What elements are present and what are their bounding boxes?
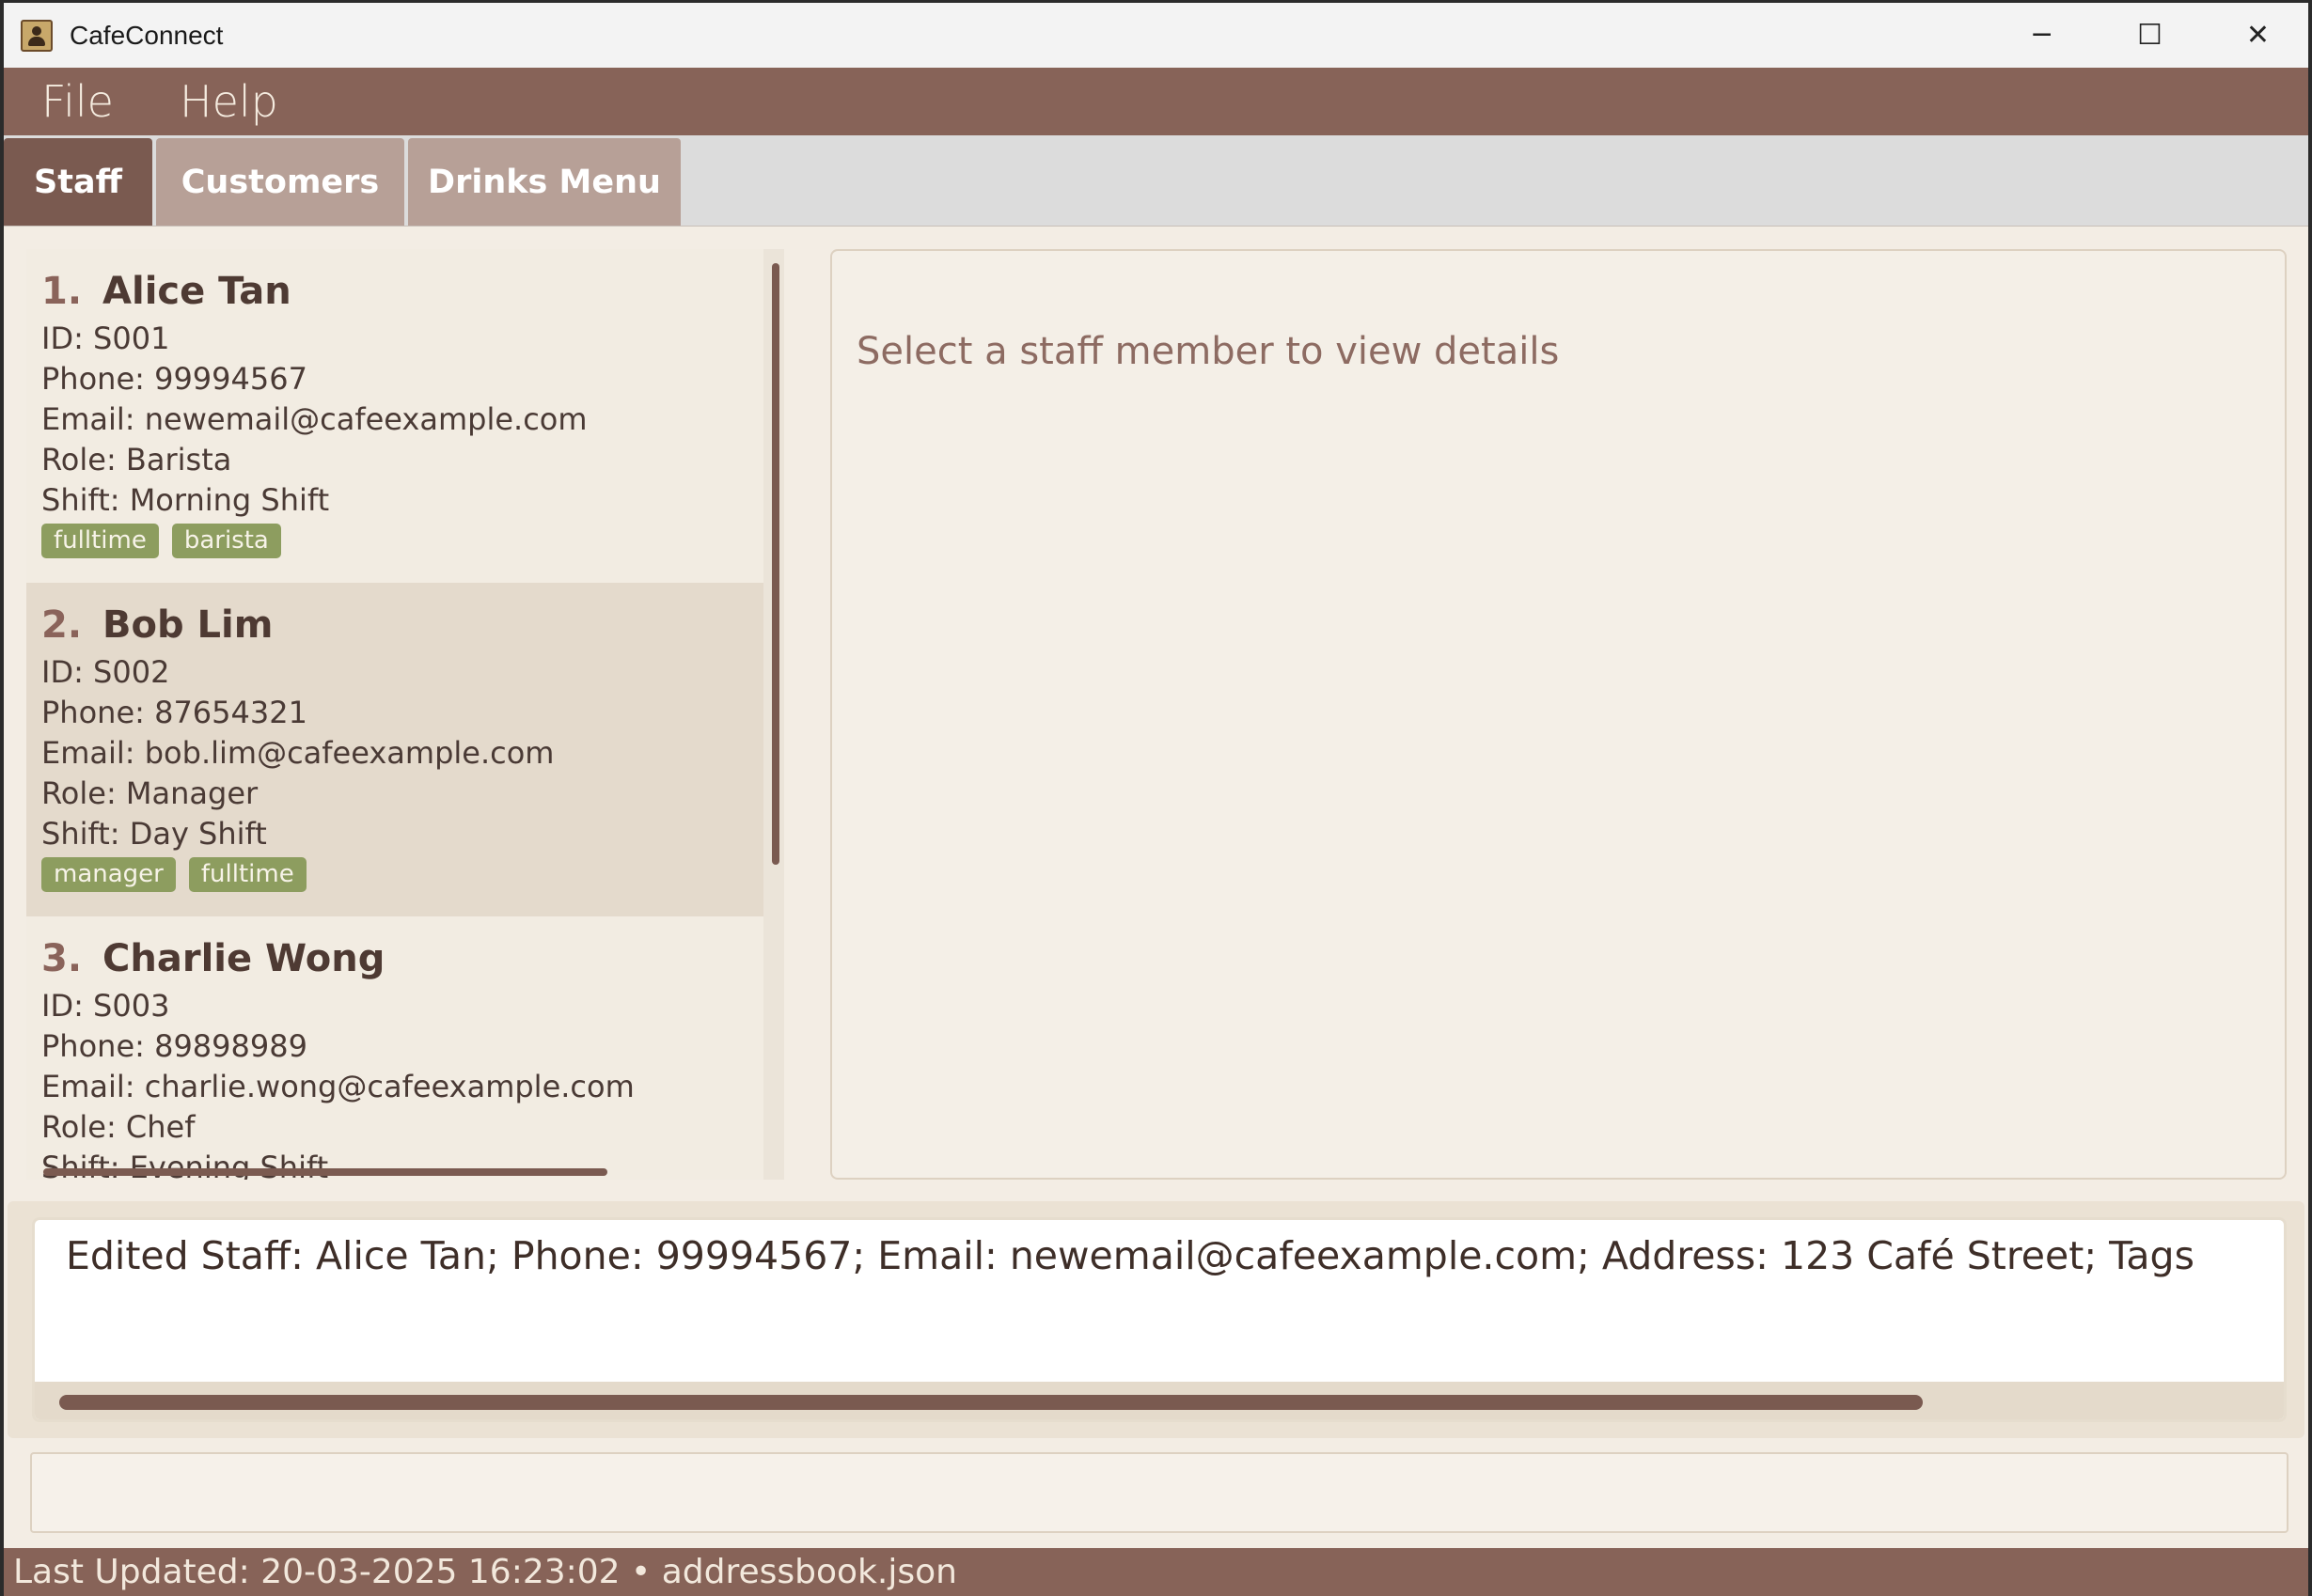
tag: fulltime: [41, 524, 159, 558]
staff-card-title: 1. Alice Tan: [41, 270, 763, 319]
staff-name: Alice Tan: [102, 270, 291, 313]
staff-tags: manager fulltime: [41, 857, 763, 892]
detail-placeholder: Select a staff member to view details: [857, 330, 1560, 373]
staff-name: Charlie Wong: [102, 937, 385, 980]
menu-file[interactable]: File: [41, 76, 114, 127]
menu-bar: File Help: [4, 68, 2308, 135]
minimize-icon: ─: [2033, 19, 2051, 52]
staff-index: 3.: [41, 937, 83, 980]
list-vertical-scrollbar[interactable]: [772, 263, 779, 865]
staff-email: Email: charlie.wong@cafeexample.com: [41, 1069, 635, 1104]
close-button[interactable]: ✕: [2204, 3, 2308, 68]
tab-customers[interactable]: Customers: [156, 138, 404, 226]
staff-card[interactable]: 1. Alice Tan ID: S001 Phone: 99994567 Ema…: [26, 249, 763, 583]
minimize-button[interactable]: ─: [1988, 3, 2096, 68]
staff-card[interactable]: 2. Bob Lim ID: S002 Phone: 87654321 Email…: [26, 583, 763, 916]
close-icon: ✕: [2245, 19, 2271, 52]
staff-shift: Shift: Morning Shift: [41, 482, 330, 518]
maximize-icon: ☐: [2137, 19, 2163, 52]
staff-card-title: 3. Charlie Wong: [41, 937, 763, 986]
list-horizontal-scrollbar[interactable]: [43, 1168, 607, 1176]
command-input[interactable]: [30, 1452, 2288, 1533]
app-icon: [21, 19, 53, 52]
window-title: CafeConnect: [70, 20, 224, 50]
staff-role: Role: Barista: [41, 442, 232, 477]
staff-id: ID: S002: [41, 654, 170, 690]
tag: barista: [171, 524, 281, 558]
staff-name: Bob Lim: [102, 603, 274, 647]
staff-list-viewport: 1. Alice Tan ID: S001 Phone: 99994567 Ema…: [26, 249, 763, 1180]
staff-phone: Phone: 89898989: [41, 1028, 307, 1064]
maximize-button[interactable]: ☐: [2096, 3, 2204, 68]
staff-id: ID: S003: [41, 988, 170, 1024]
result-horizontal-scrollbar[interactable]: [59, 1395, 1923, 1410]
tab-bar: Staff Customers Drinks Menu: [4, 135, 2308, 227]
menu-help[interactable]: Help: [180, 76, 278, 127]
result-message: Edited Staff: Alice Tan; Phone: 99994567…: [66, 1233, 2194, 1278]
staff-phone: Phone: 99994567: [41, 361, 307, 397]
title-bar: CafeConnect ─ ☐ ✕: [4, 3, 2308, 68]
staff-role: Role: Chef: [41, 1109, 196, 1145]
tag: manager: [41, 857, 176, 892]
status-bar: Last Updated: 20-03-2025 16:23:02 • addr…: [4, 1548, 2308, 1596]
staff-role: Role: Manager: [41, 775, 259, 811]
staff-phone: Phone: 87654321: [41, 695, 307, 730]
staff-tags: fulltime barista: [41, 524, 763, 558]
tab-drinks-menu[interactable]: Drinks Menu: [408, 138, 681, 226]
app-window: CafeConnect ─ ☐ ✕ File Help Staff Custom…: [4, 3, 2308, 1596]
staff-email: Email: bob.lim@cafeexample.com: [41, 735, 555, 771]
staff-index: 1.: [41, 270, 83, 313]
staff-card[interactable]: 3. Charlie Wong ID: S003 Phone: 89898989 …: [26, 916, 763, 1180]
tag: fulltime: [188, 857, 307, 892]
staff-detail-panel: Select a staff member to view details: [830, 249, 2287, 1180]
staff-id: ID: S001: [41, 321, 170, 356]
staff-card-title: 2. Bob Lim: [41, 603, 763, 652]
result-display[interactable]: Edited Staff: Alice Tan; Phone: 99994567…: [32, 1217, 2287, 1422]
status-text: Last Updated: 20-03-2025 16:23:02 • addr…: [13, 1553, 957, 1591]
staff-index: 2.: [41, 603, 83, 647]
staff-shift: Shift: Day Shift: [41, 816, 267, 852]
staff-email: Email: newemail@cafeexample.com: [41, 401, 588, 437]
tab-staff[interactable]: Staff: [4, 138, 152, 226]
staff-list[interactable]: 1. Alice Tan ID: S001 Phone: 99994567 Ema…: [26, 249, 784, 1180]
